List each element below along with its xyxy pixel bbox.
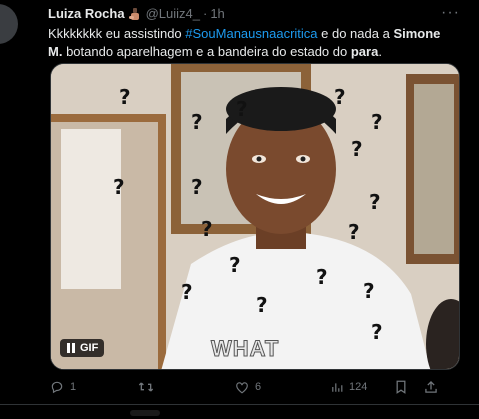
- svg-text:?: ?: [191, 110, 203, 134]
- gif-media[interactable]: ? ? ? ? ? ? ? ? ? ? ? ? ? ? ? ? ? WHAT G…: [50, 63, 460, 370]
- hashtag-link[interactable]: #SouManausnaacritica: [185, 26, 317, 41]
- nail-polish-emoji-icon: [128, 7, 142, 21]
- gif-caption: WHAT: [210, 336, 280, 362]
- tweet-text-part: e do nada a: [317, 26, 394, 41]
- svg-text:?: ?: [229, 253, 241, 277]
- tweet-header: Luiza Rocha @Luiiz4_ · 1h: [48, 6, 225, 21]
- author-handle[interactable]: @Luiiz4_: [146, 6, 200, 21]
- svg-text:?: ?: [113, 175, 125, 199]
- tweet-actions: 1 6 124: [50, 375, 465, 399]
- bold-word: para: [350, 44, 379, 59]
- separator-dot: ·: [202, 6, 208, 21]
- svg-text:?: ?: [371, 320, 383, 344]
- next-tweet-hint: [130, 410, 160, 416]
- reply-button[interactable]: 1: [50, 380, 76, 394]
- svg-text:?: ?: [348, 220, 360, 244]
- tweet-text-part: Kkkkkkkk eu assistindo: [48, 26, 186, 41]
- reply-icon: [51, 381, 63, 394]
- svg-text:?: ?: [181, 280, 193, 304]
- author-name[interactable]: Luiza Rocha: [48, 6, 125, 21]
- svg-text:?: ?: [236, 97, 248, 121]
- svg-text:?: ?: [191, 175, 203, 199]
- svg-text:?: ?: [256, 293, 268, 317]
- tweet-text-part: botando aparelhagem e a bandeira do esta…: [62, 44, 351, 59]
- pause-icon[interactable]: [66, 343, 76, 353]
- tweet-time[interactable]: 1h: [210, 6, 224, 21]
- svg-text:?: ?: [363, 279, 375, 303]
- svg-text:?: ?: [119, 85, 131, 109]
- divider: [0, 404, 479, 405]
- svg-text:?: ?: [371, 110, 383, 134]
- svg-text:?: ?: [369, 190, 381, 214]
- bookmark-button[interactable]: [395, 380, 407, 394]
- like-count: 6: [255, 381, 262, 393]
- like-button[interactable]: 6: [235, 381, 261, 394]
- svg-text:?: ?: [334, 85, 346, 109]
- question-marks-meme-image: ? ? ? ? ? ? ? ? ? ? ? ? ? ? ? ? ?: [51, 64, 459, 369]
- tweet-text-part: .: [378, 44, 382, 59]
- views-count: 124: [349, 381, 368, 393]
- gif-badge[interactable]: GIF: [60, 339, 105, 357]
- views-button[interactable]: 124: [331, 381, 367, 393]
- svg-text:?: ?: [201, 217, 213, 241]
- retweet-icon: [138, 382, 154, 392]
- bookmark-icon: [396, 380, 406, 394]
- retweet-button[interactable]: [138, 380, 160, 394]
- tweet-text: Kkkkkkkk eu assistindo #SouManausnaacrit…: [48, 25, 458, 61]
- more-options-icon[interactable]: ···: [441, 4, 460, 22]
- share-button[interactable]: [424, 380, 438, 394]
- reply-count: 1: [70, 381, 77, 393]
- svg-text:?: ?: [316, 265, 328, 289]
- share-icon: [425, 381, 437, 393]
- author-avatar[interactable]: [0, 4, 18, 44]
- svg-text:?: ?: [351, 137, 363, 161]
- heart-icon: [236, 381, 248, 393]
- views-chart-icon: [332, 383, 343, 392]
- gif-label: GIF: [80, 342, 99, 354]
